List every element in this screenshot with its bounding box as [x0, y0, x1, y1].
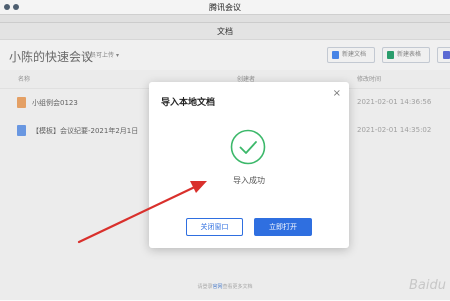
app-titlebar: 腾讯会议 — [0, 0, 450, 15]
success-check-icon — [230, 129, 266, 165]
app-title: 腾讯会议 — [209, 3, 241, 12]
dialog-title: 导入本地文档 — [161, 98, 216, 108]
close-icon[interactable]: × — [333, 88, 341, 99]
import-success-message: 导入成功 — [233, 176, 265, 185]
watermark: Baidu — [409, 278, 446, 293]
close-window-button[interactable]: 关闭窗口 — [186, 218, 243, 236]
open-now-button[interactable]: 立即打开 — [254, 218, 312, 236]
import-dialog: 导入本地文档 × 导入成功 关闭窗口 立即打开 — [149, 82, 349, 248]
